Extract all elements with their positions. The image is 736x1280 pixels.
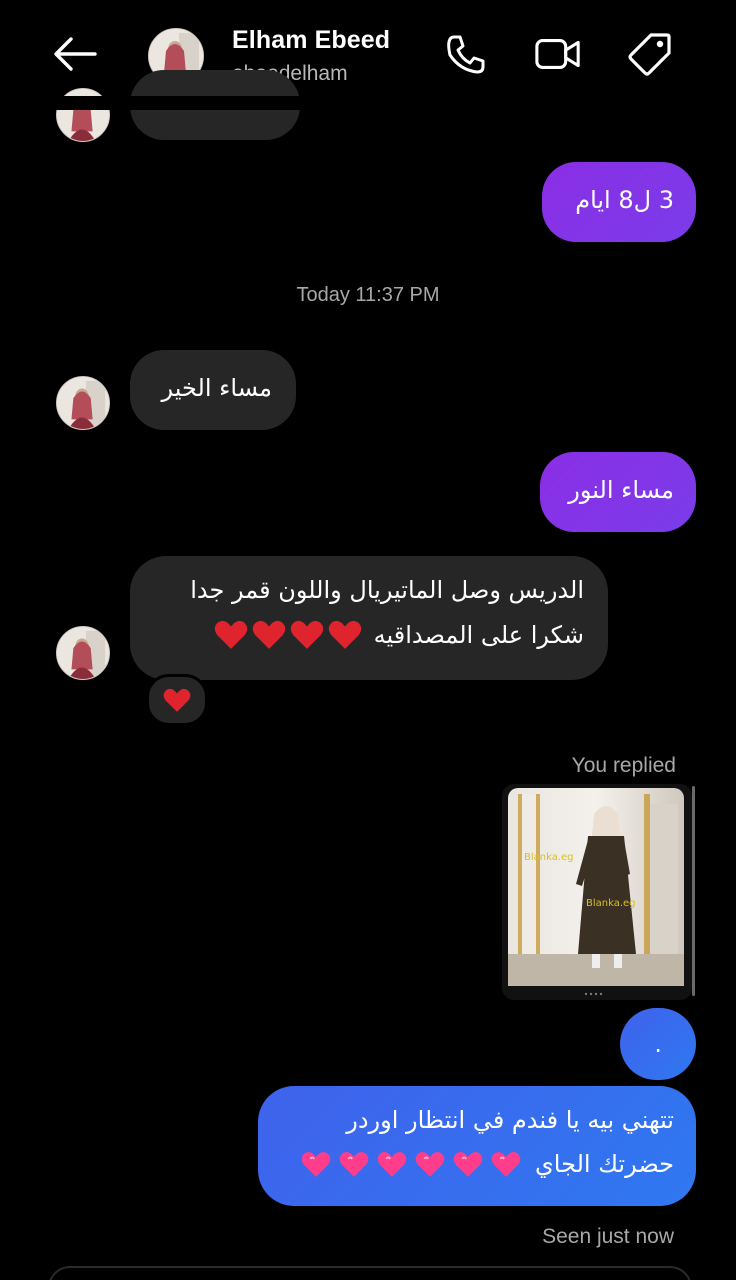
pink-heart-icons bbox=[301, 1151, 521, 1178]
pink-heart-icon bbox=[377, 1151, 407, 1177]
message-line2: شكرا على المصداقيه bbox=[214, 620, 584, 650]
chat-header: Elham Ebeed ebeedelham bbox=[0, 0, 736, 108]
red-heart-icon bbox=[290, 620, 323, 649]
outgoing-message[interactable]: 3 ل8 ايام bbox=[542, 162, 696, 242]
outgoing-message[interactable]: . bbox=[620, 1008, 696, 1080]
message-text: مساء النور bbox=[568, 476, 674, 504]
pink-heart-icon bbox=[339, 1151, 369, 1177]
video-camera-icon bbox=[535, 39, 580, 69]
tag-icon bbox=[628, 33, 671, 76]
outgoing-message[interactable]: مساء النور bbox=[540, 452, 696, 532]
back-button[interactable] bbox=[48, 32, 100, 76]
pink-heart-icon bbox=[415, 1151, 445, 1177]
watermark: Blanka.eg bbox=[586, 898, 636, 909]
incoming-message[interactable]: مساء الخير bbox=[130, 350, 296, 430]
avatar[interactable] bbox=[56, 376, 110, 430]
message-text: مساء الخير bbox=[161, 374, 272, 402]
message-text: . bbox=[654, 1030, 662, 1058]
header-mask bbox=[0, 96, 736, 110]
message-reaction[interactable] bbox=[146, 674, 208, 726]
red-heart-icon bbox=[252, 620, 285, 649]
you-replied-label: You replied bbox=[571, 754, 676, 777]
back-arrow-icon bbox=[54, 37, 97, 71]
chat-screen: Elham Ebeed ebeedelham 3 ل8 ايام Today 1… bbox=[0, 0, 736, 1280]
phone-icon bbox=[447, 35, 485, 74]
watermark: Blanka.eg bbox=[524, 852, 574, 863]
message-text: 3 ل8 ايام bbox=[575, 186, 674, 214]
tag-button[interactable] bbox=[626, 30, 674, 78]
dress-photo: Blanka.eg Blanka.eg bbox=[508, 788, 684, 996]
avatar[interactable] bbox=[56, 626, 110, 680]
message-line2: حضرتك الجاي bbox=[301, 1150, 674, 1178]
message-text-line2: حضرتك الجاي bbox=[535, 1150, 674, 1178]
pink-heart-icon bbox=[453, 1151, 483, 1177]
red-heart-icon bbox=[214, 620, 247, 649]
message-composer[interactable] bbox=[48, 1266, 692, 1280]
pink-heart-icon bbox=[301, 1151, 331, 1177]
replied-photo[interactable]: Blanka.eg Blanka.eg bbox=[502, 784, 692, 1000]
incoming-message[interactable]: الدريس وصل الماتيريال واللون قمر جدا شكر… bbox=[130, 556, 608, 680]
reply-indicator-bar bbox=[692, 786, 695, 996]
seen-status: Seen just now bbox=[542, 1225, 674, 1248]
contact-name[interactable]: Elham Ebeed bbox=[232, 26, 390, 55]
call-button[interactable] bbox=[442, 30, 490, 78]
red-heart-icon bbox=[328, 620, 361, 649]
message-text-line1: تتهني بيه يا فندم في انتظار اوردر bbox=[346, 1106, 674, 1134]
message-text-line1: الدريس وصل الماتيريال واللون قمر جدا bbox=[190, 576, 584, 604]
pink-heart-icon bbox=[491, 1151, 521, 1177]
red-heart-icons bbox=[214, 620, 362, 650]
message-text-line2: شكرا على المصداقيه bbox=[373, 621, 584, 649]
outgoing-message[interactable]: تتهني بيه يا فندم في انتظار اوردر حضرتك … bbox=[258, 1086, 696, 1206]
red-heart-icon bbox=[163, 688, 191, 712]
timestamp: Today 11:37 PM bbox=[296, 284, 440, 306]
video-call-button[interactable] bbox=[534, 30, 582, 78]
